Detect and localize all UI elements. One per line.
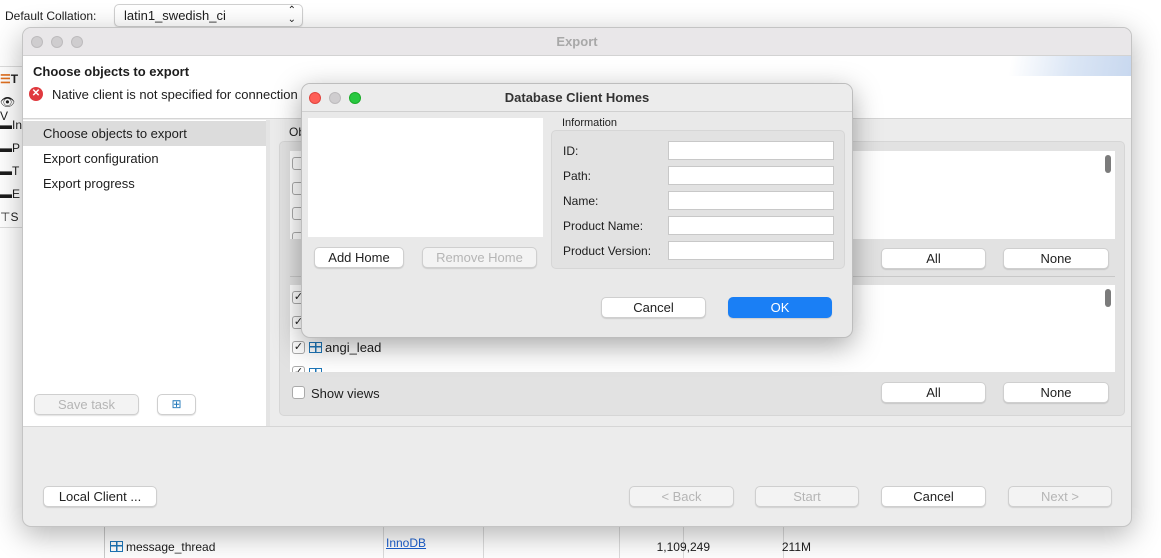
nav-item-export-configuration[interactable]: Export configuration xyxy=(23,146,266,171)
nav-label: Export configuration xyxy=(43,151,159,166)
lower-none-button[interactable]: None xyxy=(1003,382,1109,403)
table-icon xyxy=(110,541,123,552)
task-config-button[interactable]: ⊞ xyxy=(157,394,196,415)
collation-value: latin1_swedish_ci xyxy=(124,8,226,23)
product-name-field[interactable] xyxy=(668,216,834,235)
dialog-title: Database Client Homes xyxy=(504,90,650,105)
dialog-titlebar[interactable]: Database Client Homes xyxy=(302,84,852,112)
checkbox[interactable]: ✓ xyxy=(292,366,305,372)
id-field[interactable] xyxy=(668,141,834,160)
dialog-cancel-button[interactable]: Cancel xyxy=(601,297,706,318)
information-label: Information xyxy=(562,117,618,129)
updown-chevron-icon: ⌃ ⌄ xyxy=(287,5,296,25)
id-label: ID: xyxy=(563,144,579,158)
table-size: 211M xyxy=(781,540,811,554)
sidebar-fragment: P xyxy=(12,141,21,155)
nav-label: Choose objects to export xyxy=(43,126,187,141)
name-label: Name: xyxy=(563,194,599,208)
cancel-button[interactable]: Cancel xyxy=(881,486,986,507)
row-count: 1,109,249 xyxy=(656,540,710,554)
sidebar-fragment: In xyxy=(12,118,23,132)
name-field[interactable] xyxy=(668,191,834,210)
list-item[interactable]: ✓ xyxy=(292,366,492,372)
product-version-label: Product Version: xyxy=(563,244,652,258)
nav-label: Export progress xyxy=(43,176,135,191)
background-sidebar: ☰T 👁V ▬In ▬P ▬T ▬E ⊤S xyxy=(0,66,22,228)
wizard-nav: Choose objects to export Export configur… xyxy=(23,120,266,426)
checkbox[interactable]: ✓ xyxy=(292,341,305,354)
nav-item-export-progress[interactable]: Export progress xyxy=(23,171,266,196)
engine-link[interactable]: InnoDB xyxy=(386,536,426,550)
list-item[interactable]: ✓ angi_lead xyxy=(292,340,492,359)
export-titlebar[interactable]: Export xyxy=(23,28,1131,56)
table-icon xyxy=(309,368,322,372)
product-version-field[interactable] xyxy=(668,241,834,260)
path-field[interactable] xyxy=(668,166,834,185)
sidebar-fragment: S xyxy=(10,210,19,224)
next-button[interactable]: Next > xyxy=(1008,486,1112,507)
upper-all-button[interactable]: All xyxy=(881,248,986,269)
task-icon: ⊞ xyxy=(171,397,182,411)
product-name-label: Product Name: xyxy=(563,219,644,233)
export-title: Export xyxy=(556,34,598,49)
add-home-button[interactable]: Add Home xyxy=(314,247,404,268)
remove-home-button[interactable]: Remove Home xyxy=(422,247,537,268)
sidebar-fragment: T xyxy=(10,72,19,86)
dialog-ok-button[interactable]: OK xyxy=(728,297,832,318)
homes-list[interactable] xyxy=(308,118,543,237)
sidebar-fragment: E xyxy=(12,187,21,201)
sidebar-fragment: T xyxy=(12,164,20,178)
start-button[interactable]: Start xyxy=(755,486,859,507)
lower-all-button[interactable]: All xyxy=(881,382,986,403)
table-name: angi_lead xyxy=(325,340,382,355)
error-message: Native client is not specified for conne… xyxy=(52,87,298,102)
table-name: message_thread xyxy=(126,540,216,554)
default-collation-label: Default Collation: xyxy=(5,9,97,23)
nav-item-choose-objects[interactable]: Choose objects to export xyxy=(23,121,266,146)
background-table-row[interactable]: message_thread InnoDB 1,109,249 211M xyxy=(104,527,1161,558)
local-client-button[interactable]: Local Client ... xyxy=(43,486,157,507)
scrollbar[interactable] xyxy=(1105,155,1111,173)
table-icon xyxy=(309,342,322,353)
header-banner xyxy=(981,56,1131,76)
collation-select[interactable]: latin1_swedish_ci ⌃ ⌄ xyxy=(114,4,303,27)
back-button[interactable]: < Back xyxy=(629,486,734,507)
header-title: Choose objects to export xyxy=(33,64,190,79)
upper-none-button[interactable]: None xyxy=(1003,248,1109,269)
show-views-checkbox[interactable] xyxy=(292,386,305,399)
path-label: Path: xyxy=(563,169,592,183)
show-views-label: Show views xyxy=(311,386,380,401)
scrollbar[interactable] xyxy=(1105,289,1111,307)
error-icon: ✕ xyxy=(29,87,43,101)
save-task-button[interactable]: Save task xyxy=(34,394,139,415)
